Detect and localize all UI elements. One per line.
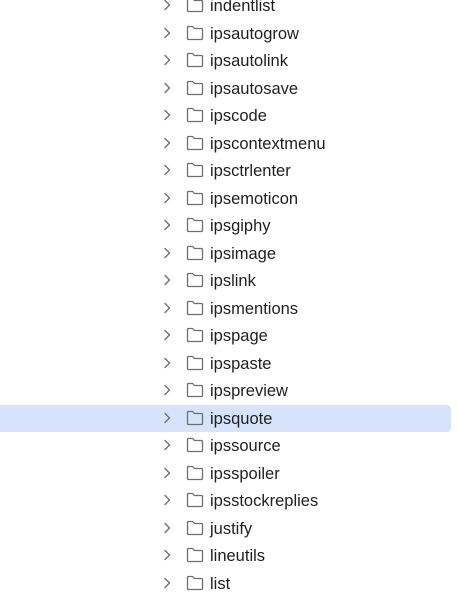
tree-item-label: ipscontextmenu [210, 134, 326, 154]
tree-item-label: ipspreview [210, 381, 288, 401]
tree-item-label: ipsimage [210, 244, 276, 264]
chevron-right-icon[interactable] [160, 521, 174, 535]
tree-item-label: ipsquote [210, 409, 272, 429]
tree-item[interactable]: lineutils [0, 542, 458, 570]
tree-item-label: ipspage [210, 326, 268, 346]
tree-item-label: ipsautosave [210, 79, 298, 99]
folder-icon [186, 0, 204, 13]
chevron-right-icon[interactable] [160, 163, 174, 177]
tree-item[interactable]: ipsstockreplies [0, 487, 458, 515]
tree-item[interactable]: ipscode [0, 102, 458, 130]
tree-item-label: ipsmentions [210, 299, 298, 319]
chevron-right-icon[interactable] [160, 136, 174, 150]
tree-item-label: ipsemoticon [210, 189, 298, 209]
tree-item[interactable]: ipspage [0, 322, 458, 350]
tree-item[interactable]: ipsimage [0, 240, 458, 268]
tree-item-label: ipscode [210, 106, 267, 126]
tree-item-label: lineutils [210, 546, 265, 566]
chevron-right-icon[interactable] [160, 301, 174, 315]
tree-item[interactable]: indentlist [0, 0, 458, 20]
folder-icon [186, 437, 204, 453]
folder-icon [186, 272, 204, 288]
folder-icon [186, 492, 204, 508]
chevron-right-icon[interactable] [160, 246, 174, 260]
folder-icon [186, 107, 204, 123]
tree-item[interactable]: list [0, 570, 458, 597]
chevron-right-icon[interactable] [160, 328, 174, 342]
folder-icon [186, 575, 204, 591]
chevron-right-icon[interactable] [160, 383, 174, 397]
tree-item-label: justify [210, 519, 252, 539]
folder-icon [186, 327, 204, 343]
tree-item[interactable]: ipssource [0, 432, 458, 460]
tree-item[interactable]: ipspaste [0, 350, 458, 378]
folder-icon [186, 382, 204, 398]
tree-item-label: ipsautogrow [210, 24, 299, 44]
tree-item[interactable]: ipsautosave [0, 75, 458, 103]
tree-item[interactable]: ipsquote [0, 405, 458, 433]
tree-item-label: list [210, 574, 230, 594]
folder-icon [186, 520, 204, 536]
chevron-right-icon[interactable] [160, 493, 174, 507]
folder-icon [186, 162, 204, 178]
project-tree: indentlist ipsautogrow ipsautolink ipsautos… [0, 0, 458, 597]
folder-icon [186, 547, 204, 563]
tree-item[interactable]: ipspreview [0, 377, 458, 405]
folder-icon [186, 217, 204, 233]
folder-icon [186, 52, 204, 68]
chevron-right-icon[interactable] [160, 191, 174, 205]
tree-item[interactable]: ipsspoiler [0, 460, 458, 488]
tree-item-label: ipsautolink [210, 51, 288, 71]
tree-item[interactable]: ipsmentions [0, 295, 458, 323]
tree-item-label: ipsspoiler [210, 464, 280, 484]
tree-item-label: ipslink [210, 271, 256, 291]
chevron-right-icon[interactable] [160, 26, 174, 40]
tree-item[interactable]: ipsemoticon [0, 185, 458, 213]
chevron-right-icon[interactable] [160, 273, 174, 287]
folder-icon [186, 410, 204, 426]
tree-item[interactable]: ipsautogrow [0, 20, 458, 48]
chevron-right-icon[interactable] [160, 218, 174, 232]
chevron-right-icon[interactable] [160, 356, 174, 370]
chevron-right-icon[interactable] [160, 81, 174, 95]
chevron-right-icon[interactable] [160, 411, 174, 425]
folder-icon [186, 245, 204, 261]
tree-item-label: indentlist [210, 0, 275, 16]
chevron-right-icon[interactable] [160, 438, 174, 452]
folder-icon [186, 465, 204, 481]
tree-item[interactable]: ipsgiphy [0, 212, 458, 240]
folder-icon [186, 190, 204, 206]
folder-icon [186, 80, 204, 96]
tree-item[interactable]: ipsautolink [0, 47, 458, 75]
tree-item-label: ipsctrlenter [210, 161, 291, 181]
tree-item[interactable]: ipslink [0, 267, 458, 295]
folder-icon [186, 355, 204, 371]
chevron-right-icon[interactable] [160, 576, 174, 590]
tree-item-label: ipsstockreplies [210, 491, 318, 511]
folder-icon [186, 135, 204, 151]
tree-item-label: ipssource [210, 436, 281, 456]
tree-item-label: ipsgiphy [210, 216, 271, 236]
chevron-right-icon[interactable] [160, 466, 174, 480]
chevron-right-icon[interactable] [160, 53, 174, 67]
chevron-right-icon[interactable] [160, 108, 174, 122]
folder-icon [186, 25, 204, 41]
tree-item[interactable]: justify [0, 515, 458, 543]
folder-icon [186, 300, 204, 316]
tree-item[interactable]: ipscontextmenu [0, 130, 458, 158]
chevron-right-icon[interactable] [160, 0, 174, 12]
tree-item-label: ipspaste [210, 354, 271, 374]
tree-item[interactable]: ipsctrlenter [0, 157, 458, 185]
chevron-right-icon[interactable] [160, 548, 174, 562]
